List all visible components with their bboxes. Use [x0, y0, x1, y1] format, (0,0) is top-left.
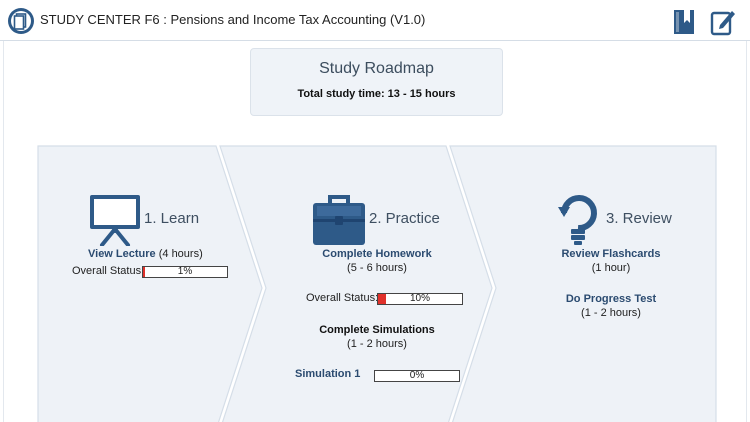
edit-note-icon[interactable] — [710, 8, 736, 36]
practice-status-percent: 10% — [409, 293, 430, 304]
practice-status-bar: 10% — [377, 293, 463, 305]
view-lecture-link[interactable]: View Lecture — [88, 248, 156, 260]
review-panel — [449, 145, 717, 422]
learn-status-percent: 1% — [177, 266, 193, 277]
learn-status-label: Overall Status: — [72, 265, 145, 277]
progress-test-link[interactable]: Do Progress Test — [530, 293, 692, 305]
total-study-time: Total study time: 13 - 15 hours — [297, 88, 456, 100]
learn-panel — [37, 145, 263, 422]
document-circle-icon — [8, 8, 34, 34]
view-lecture-row: View Lecture (4 hours) — [88, 248, 203, 260]
review-flashcards-link[interactable]: Review Flashcards — [530, 248, 692, 260]
simulation-1-link[interactable]: Simulation 1 — [295, 368, 360, 380]
study-roadmap-box: Study Roadmap Total study time: 13 - 15 … — [250, 48, 503, 116]
homework-hours: (5 - 6 hours) — [347, 262, 407, 274]
simulation-1-percent: 0% — [409, 370, 425, 381]
simulation-1-bar: 0% — [374, 370, 460, 382]
bookmark-icon[interactable] — [672, 8, 698, 36]
flashcards-hours: (1 hour) — [591, 262, 631, 274]
app-header: STUDY CENTER F6 : Pensions and Income Ta… — [0, 0, 750, 41]
practice-status-label: Overall Status: — [306, 292, 379, 304]
review-title: 3. Review — [606, 210, 672, 227]
frame-left-edge — [3, 41, 4, 422]
refresh-bulb-icon — [558, 195, 597, 245]
learn-status-bar: 1% — [142, 266, 228, 278]
simulations-heading: Complete Simulations — [319, 324, 435, 336]
briefcase-icon — [313, 195, 365, 245]
presentation-screen-icon — [90, 195, 140, 246]
progress-test-hours: (1 - 2 hours) — [581, 307, 641, 319]
view-lecture-hours: (4 hours) — [155, 248, 203, 260]
app-title: STUDY CENTER F6 : Pensions and Income Ta… — [40, 12, 426, 27]
frame-right-edge — [746, 41, 747, 422]
simulations-hours: (1 - 2 hours) — [347, 338, 407, 350]
roadmap-title: Study Roadmap — [319, 60, 434, 77]
complete-homework-link[interactable]: Complete Homework — [296, 248, 458, 260]
practice-title: 2. Practice — [369, 210, 440, 227]
learn-title: 1. Learn — [144, 210, 200, 227]
